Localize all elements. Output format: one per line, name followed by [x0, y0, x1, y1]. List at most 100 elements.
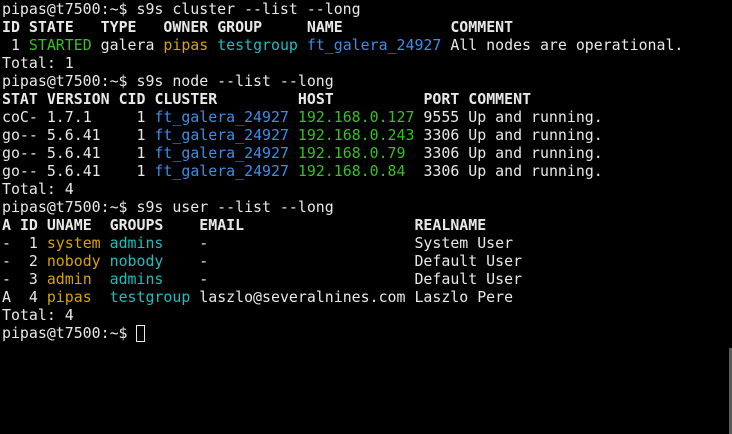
user-table-row: - 1 system admins - System User	[2, 234, 732, 252]
node-version: 5.6.41	[46, 144, 101, 162]
node-table-row: go-- 5.6.41 1 ft_galera_24927 192.168.0.…	[2, 162, 732, 180]
node-port: 3306	[423, 162, 460, 180]
node-cid: 1	[136, 126, 146, 144]
user-a: A	[2, 288, 11, 306]
node-host: 192.168.0.84	[297, 162, 406, 180]
prompt: pipas@t7500:~$	[2, 0, 137, 18]
user-table-header: A ID UNAME GROUPS EMAIL REALNAME	[2, 216, 732, 234]
prompt: pipas@t7500:~$	[2, 324, 137, 342]
cluster-group: testgroup	[217, 36, 298, 54]
user-table-row: - 3 admin admins - Default User	[2, 270, 732, 288]
node-version: 5.6.41	[46, 162, 101, 180]
node-cid: 1	[136, 144, 146, 162]
node-host: 192.168.0.243	[297, 126, 415, 144]
user-groups: admins	[109, 270, 164, 288]
col-header-realname: REALNAME	[414, 216, 487, 234]
col-header-cluster: CLUSTER	[154, 90, 218, 108]
col-header-state: STATE	[28, 18, 74, 36]
col-header-id: ID	[19, 216, 38, 234]
current-prompt-line[interactable]: pipas@t7500:~$	[2, 324, 732, 342]
cluster-type: galera	[100, 36, 155, 54]
user-email: laszlo@severalnines.com	[199, 288, 406, 306]
node-port: 3306	[423, 144, 460, 162]
user-groups: testgroup	[109, 288, 191, 306]
total-line: Total: 1	[2, 54, 74, 72]
cluster-id: 1	[10, 36, 20, 54]
user-realname: Laszlo Pere	[414, 288, 514, 306]
col-header-email: EMAIL	[199, 216, 245, 234]
prompt: pipas@t7500:~$	[2, 198, 137, 216]
col-header-comment: COMMENT	[468, 90, 532, 108]
col-header-comment: COMMENT	[450, 18, 514, 36]
user-id: 1	[28, 234, 38, 252]
cluster-state: STARTED	[28, 36, 92, 54]
node-comment: Up and running.	[468, 162, 603, 180]
node-cid: 1	[136, 108, 146, 126]
user-realname: Default User	[414, 270, 523, 288]
user-a: -	[2, 252, 11, 270]
user-uname: system	[46, 234, 101, 252]
user-realname: Default User	[414, 252, 523, 270]
col-header-type: TYPE	[100, 18, 137, 36]
col-header-group: GROUP	[217, 18, 263, 36]
node-comment: Up and running.	[468, 108, 603, 126]
col-header-port: PORT	[423, 90, 460, 108]
node-stat: go--	[2, 126, 38, 144]
node-version: 5.6.41	[46, 126, 101, 144]
user-id: 2	[28, 252, 38, 270]
user-groups: nobody	[109, 252, 164, 270]
col-header-host: HOST	[297, 90, 334, 108]
node-table-row: go-- 5.6.41 1 ft_galera_24927 192.168.0.…	[2, 126, 732, 144]
node-stat: coC-	[2, 108, 38, 126]
command-text: s9s node --list --long	[136, 72, 334, 90]
cluster-table-header: ID STATE TYPE OWNER GROUP NAME COMMENT	[2, 18, 732, 36]
cluster-comment: All nodes are operational.	[450, 36, 684, 54]
user-uname: pipas	[46, 288, 92, 306]
col-header-owner: OWNER	[163, 18, 209, 36]
col-header-a: A	[2, 216, 11, 234]
node-table-row: coC- 1.7.1 1 ft_galera_24927 192.168.0.1…	[2, 108, 732, 126]
node-port: 9555	[423, 108, 460, 126]
col-header-id: ID	[2, 18, 20, 36]
command-text: s9s user --list --long	[136, 198, 334, 216]
node-stat: go--	[2, 162, 38, 180]
col-header-cid: CID	[118, 90, 146, 108]
user-uname: admin	[46, 270, 92, 288]
user-email: -	[199, 252, 209, 270]
user-uname: nobody	[46, 252, 101, 270]
prompt: pipas@t7500:~$	[2, 72, 137, 90]
node-host: 192.168.0.79	[297, 144, 406, 162]
node-cluster: ft_galera_24927	[154, 144, 289, 162]
user-realname: System User	[414, 234, 514, 252]
node-cluster: ft_galera_24927	[154, 108, 289, 126]
node-host: 192.168.0.127	[297, 108, 415, 126]
total-line: Total: 4	[2, 306, 74, 324]
col-header-uname: UNAME	[46, 216, 92, 234]
col-header-stat: STAT	[2, 90, 38, 108]
node-cluster: ft_galera_24927	[154, 162, 289, 180]
col-header-name: NAME	[306, 18, 343, 36]
user-id: 4	[28, 288, 38, 306]
terminal-window[interactable]: pipas@t7500:~$ s9s cluster --list --long…	[0, 0, 732, 434]
command-line: pipas@t7500:~$ s9s cluster --list --long	[2, 0, 732, 18]
text-cursor[interactable]	[136, 325, 146, 342]
command-text: s9s cluster --list --long	[136, 0, 361, 18]
node-table-row: go-- 5.6.41 1 ft_galera_24927 192.168.0.…	[2, 144, 732, 162]
col-header-groups: GROUPS	[109, 216, 164, 234]
user-email: -	[199, 234, 209, 252]
node-comment: Up and running.	[468, 144, 603, 162]
command-line: pipas@t7500:~$ s9s node --list --long	[2, 72, 732, 90]
user-id: 3	[28, 270, 38, 288]
node-port: 3306	[423, 126, 460, 144]
user-email: -	[199, 270, 209, 288]
node-cid: 1	[136, 162, 146, 180]
node-cluster: ft_galera_24927	[154, 126, 289, 144]
cluster-name: ft_galera_24927	[306, 36, 442, 54]
user-table-row: A 4 pipas testgroup laszlo@severalnines.…	[2, 288, 732, 306]
col-header-version: VERSION	[46, 90, 110, 108]
user-a: -	[2, 234, 11, 252]
node-stat: go--	[2, 144, 38, 162]
command-line: pipas@t7500:~$ s9s user --list --long	[2, 198, 732, 216]
node-table-header: STAT VERSION CID CLUSTER HOST PORT COMME…	[2, 90, 732, 108]
node-version: 1.7.1	[46, 108, 92, 126]
